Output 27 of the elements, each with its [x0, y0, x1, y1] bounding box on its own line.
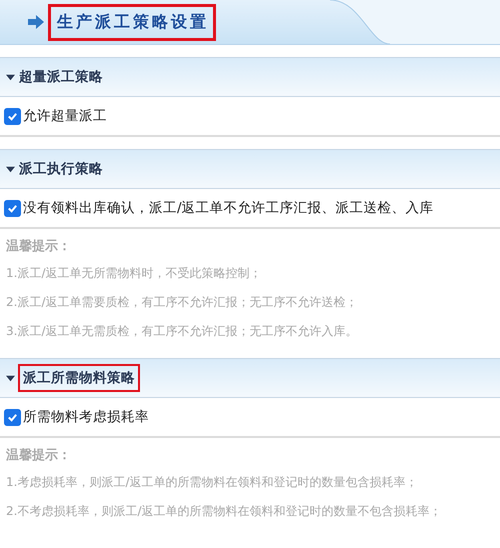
- tip-text: 2.不考虑损耗率，则派工/返工单的所需物料在领料和登记时的数量不包含损耗率；: [6, 503, 442, 520]
- tips-heading: 温馨提示：: [6, 447, 72, 465]
- checkbox[interactable]: [4, 200, 21, 216]
- checkmark-icon: [7, 202, 18, 214]
- caret-icon: [6, 164, 15, 174]
- section-title: 派工所需物料策略: [18, 364, 140, 392]
- checkmark-icon: [7, 110, 18, 122]
- tip-text: 1.考虑损耗率，则派工/返工单的所需物料在领料和登记时的数量包含损耗率；: [6, 474, 418, 491]
- section-header[interactable]: 派工所需物料策略: [0, 358, 500, 398]
- section-title: 超量派工策略: [18, 68, 104, 87]
- section-header[interactable]: 派工执行策略: [0, 149, 500, 189]
- checkbox-label: 没有领料出库确认，派工/返工单不允许工序汇报、派工送检、入库: [23, 199, 434, 217]
- arrow-icon: [28, 15, 44, 29]
- checkbox[interactable]: [4, 408, 21, 426]
- tip-text: 2.派工/返工单需要质检，有工序不允许汇报；无工序不允许送检；: [6, 294, 358, 311]
- tips-heading: 温馨提示：: [6, 238, 72, 256]
- checkbox[interactable]: [4, 108, 21, 124]
- section-title: 派工执行策略: [18, 160, 104, 179]
- checkbox-label: 允许超量派工: [23, 107, 107, 125]
- checkbox-label: 所需物料考虑损耗率: [23, 408, 149, 426]
- caret-icon: [6, 374, 15, 382]
- section-header[interactable]: 超量派工策略: [0, 57, 500, 97]
- tip-text: 3.派工/返工单无需质检，有工序不允许汇报；无工序不允许入库。: [6, 323, 358, 340]
- caret-icon: [6, 72, 15, 82]
- page-title: 生产派工策略设置: [48, 4, 216, 40]
- checkmark-icon: [7, 412, 18, 422]
- tip-text: 1.派工/返工单无所需物料时，不受此策略控制；: [6, 265, 262, 282]
